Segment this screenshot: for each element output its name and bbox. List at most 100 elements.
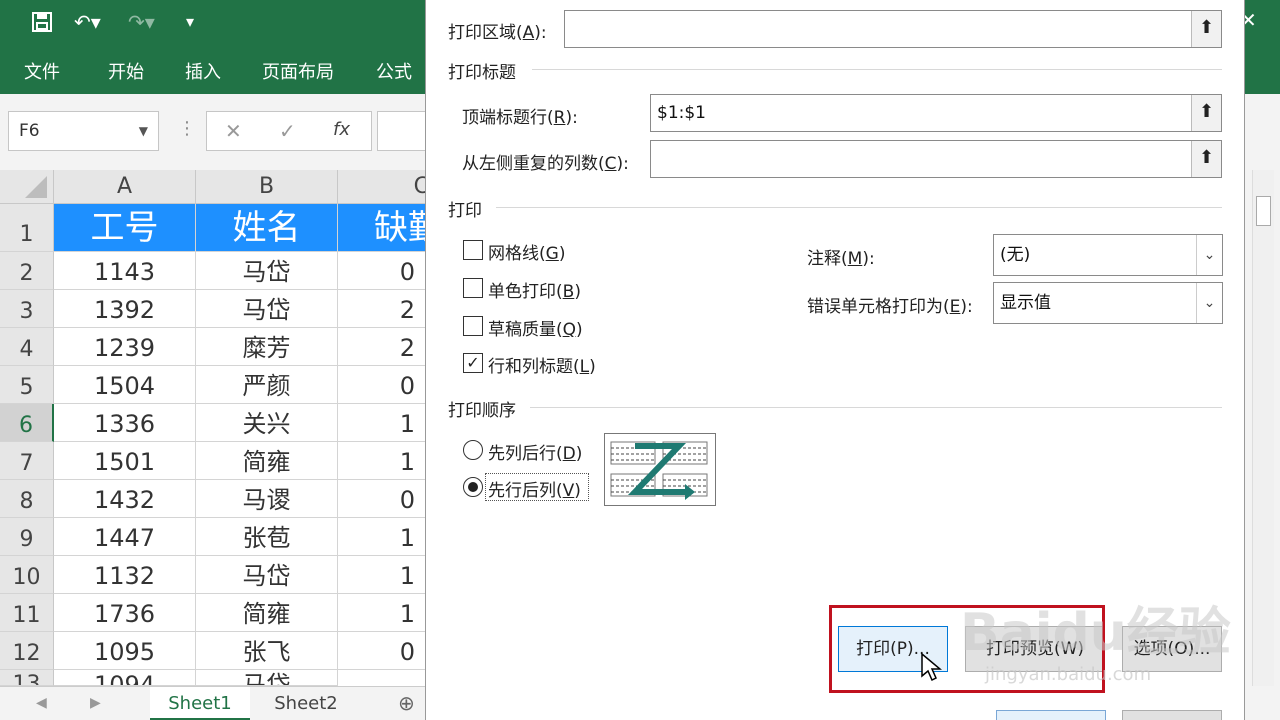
scroll-left-icon[interactable]: ◀ <box>36 695 47 711</box>
table-cell[interactable]: 1239 <box>54 328 196 366</box>
sheet-tab-sheet1[interactable]: Sheet1 <box>150 687 250 720</box>
row-header[interactable]: 10 <box>0 556 54 594</box>
table-cell[interactable]: 关兴 <box>196 404 338 442</box>
table-header-cell[interactable]: 缺勤 <box>338 204 438 252</box>
table-cell[interactable]: 1 <box>338 556 438 594</box>
print-group: 打印 <box>448 201 482 221</box>
errors-select[interactable]: 显示值 ⌄ <box>993 282 1223 324</box>
add-sheet-icon[interactable]: ⊕ <box>398 691 415 715</box>
cancel-icon[interactable]: ✕ <box>225 119 242 143</box>
table-cell[interactable]: 1336 <box>54 404 196 442</box>
table-cell[interactable]: 1 <box>338 404 438 442</box>
check-icon[interactable]: ✓ <box>279 119 296 143</box>
chevron-down-icon[interactable]: ⌄ <box>1196 283 1222 323</box>
table-cell[interactable]: 简雍 <box>196 442 338 480</box>
print-area-field[interactable]: ⬆︎ <box>564 10 1222 48</box>
cancel-button[interactable] <box>1122 710 1222 720</box>
left-columns-field[interactable]: ⬆︎ <box>650 140 1222 178</box>
row-header[interactable]: 5 <box>0 366 54 404</box>
table-cell[interactable]: 2 <box>338 290 438 328</box>
collapse-dialog-icon[interactable]: ⬆︎ <box>1191 141 1221 177</box>
over-then-down-radio[interactable] <box>463 477 483 497</box>
table-cell[interactable]: 1447 <box>54 518 196 556</box>
scroll-right-icon[interactable]: ▶ <box>90 695 101 711</box>
table-cell[interactable]: 0 <box>338 366 438 404</box>
row-header[interactable]: 8 <box>0 480 54 518</box>
redo-icon[interactable]: ↷▾ <box>128 10 155 34</box>
column-header-c[interactable]: C <box>338 170 438 204</box>
table-cell[interactable]: 1432 <box>54 480 196 518</box>
table-cell[interactable]: 2 <box>338 328 438 366</box>
table-cell[interactable]: 马岱 <box>196 252 338 290</box>
row-header-active[interactable]: 6 <box>0 404 54 442</box>
table-cell[interactable]: 1501 <box>54 442 196 480</box>
watermark-logo: Baidu经验 <box>960 603 1231 663</box>
table-cell[interactable]: 1736 <box>54 594 196 632</box>
table-cell[interactable]: 简雍 <box>196 594 338 632</box>
tab-home[interactable]: 开始 <box>108 58 144 84</box>
row-header[interactable]: 4 <box>0 328 54 366</box>
table-cell[interactable]: 1132 <box>54 556 196 594</box>
table-cell[interactable]: 马岱 <box>196 290 338 328</box>
save-icon[interactable] <box>30 10 54 39</box>
down-then-over-radio[interactable] <box>463 440 483 460</box>
table-cell[interactable]: 马岱 <box>196 556 338 594</box>
row-header[interactable]: 2 <box>0 252 54 290</box>
table-cell[interactable]: 严颜 <box>196 366 338 404</box>
table-header-cell[interactable]: 工号 <box>54 204 196 252</box>
table-cell[interactable]: 张飞 <box>196 632 338 670</box>
row-header[interactable]: 9 <box>0 518 54 556</box>
black-white-label: 单色打印(B) <box>488 282 581 302</box>
scroll-thumb[interactable] <box>1256 196 1271 226</box>
column-header-b[interactable]: B <box>196 170 338 204</box>
collapse-dialog-icon[interactable]: ⬆︎ <box>1191 11 1221 47</box>
tab-page-layout[interactable]: 页面布局 <box>262 58 334 84</box>
chevron-down-icon[interactable]: ▼ <box>139 112 148 150</box>
table-cell[interactable]: 0 <box>338 480 438 518</box>
table-cell[interactable]: 1094 <box>54 670 196 686</box>
vertical-scrollbar[interactable] <box>1252 170 1274 686</box>
table-cell[interactable]: 0 <box>338 252 438 290</box>
table-header-cell[interactable]: 姓名 <box>196 204 338 252</box>
table-cell[interactable]: 1 <box>338 594 438 632</box>
fx-icon[interactable]: fx <box>333 119 350 140</box>
name-box[interactable]: F6 ▼ <box>8 111 159 151</box>
table-cell[interactable]: 1 <box>338 518 438 556</box>
table-cell[interactable]: 1095 <box>54 632 196 670</box>
draft-quality-checkbox[interactable] <box>463 316 483 336</box>
chevron-down-icon[interactable]: ⌄ <box>1196 235 1222 275</box>
top-rows-label: 顶端标题行(R): <box>462 108 578 128</box>
row-header[interactable]: 1 <box>0 204 54 252</box>
ok-button[interactable] <box>996 710 1106 720</box>
drag-handle-icon[interactable]: ⋮ <box>178 118 196 139</box>
row-header[interactable]: 3 <box>0 290 54 328</box>
undo-icon[interactable]: ↶▾ <box>74 10 101 34</box>
table-cell[interactable]: 糜芳 <box>196 328 338 366</box>
table-cell[interactable]: 1143 <box>54 252 196 290</box>
table-cell[interactable]: 1504 <box>54 366 196 404</box>
tab-insert[interactable]: 插入 <box>185 58 221 84</box>
table-cell[interactable]: 马岱 <box>196 670 338 686</box>
select-all-corner[interactable] <box>0 170 54 204</box>
black-white-checkbox[interactable] <box>463 278 483 298</box>
collapse-dialog-icon[interactable]: ⬆︎ <box>1191 95 1221 131</box>
customize-icon[interactable]: ▾ <box>186 12 194 31</box>
tab-formulas[interactable]: 公式 <box>376 58 412 84</box>
table-cell[interactable]: 1392 <box>54 290 196 328</box>
gridlines-checkbox[interactable] <box>463 240 483 260</box>
table-cell[interactable]: 0 <box>338 632 438 670</box>
row-header[interactable]: 7 <box>0 442 54 480</box>
column-header-a[interactable]: A <box>54 170 196 204</box>
table-cell[interactable]: 张苞 <box>196 518 338 556</box>
top-rows-field[interactable]: $1:$1 ⬆︎ <box>650 94 1222 132</box>
row-header[interactable]: 13 <box>0 670 54 686</box>
sheet-tab-sheet2[interactable]: Sheet2 <box>256 687 356 720</box>
row-col-headings-checkbox[interactable]: ✓ <box>463 353 483 373</box>
row-header[interactable]: 12 <box>0 632 54 670</box>
tab-file[interactable]: 文件 <box>24 58 60 84</box>
table-cell[interactable]: 马谡 <box>196 480 338 518</box>
comments-select[interactable]: (无) ⌄ <box>993 234 1223 276</box>
row-header[interactable]: 11 <box>0 594 54 632</box>
group-divider <box>530 407 1222 408</box>
table-cell[interactable]: 1 <box>338 442 438 480</box>
